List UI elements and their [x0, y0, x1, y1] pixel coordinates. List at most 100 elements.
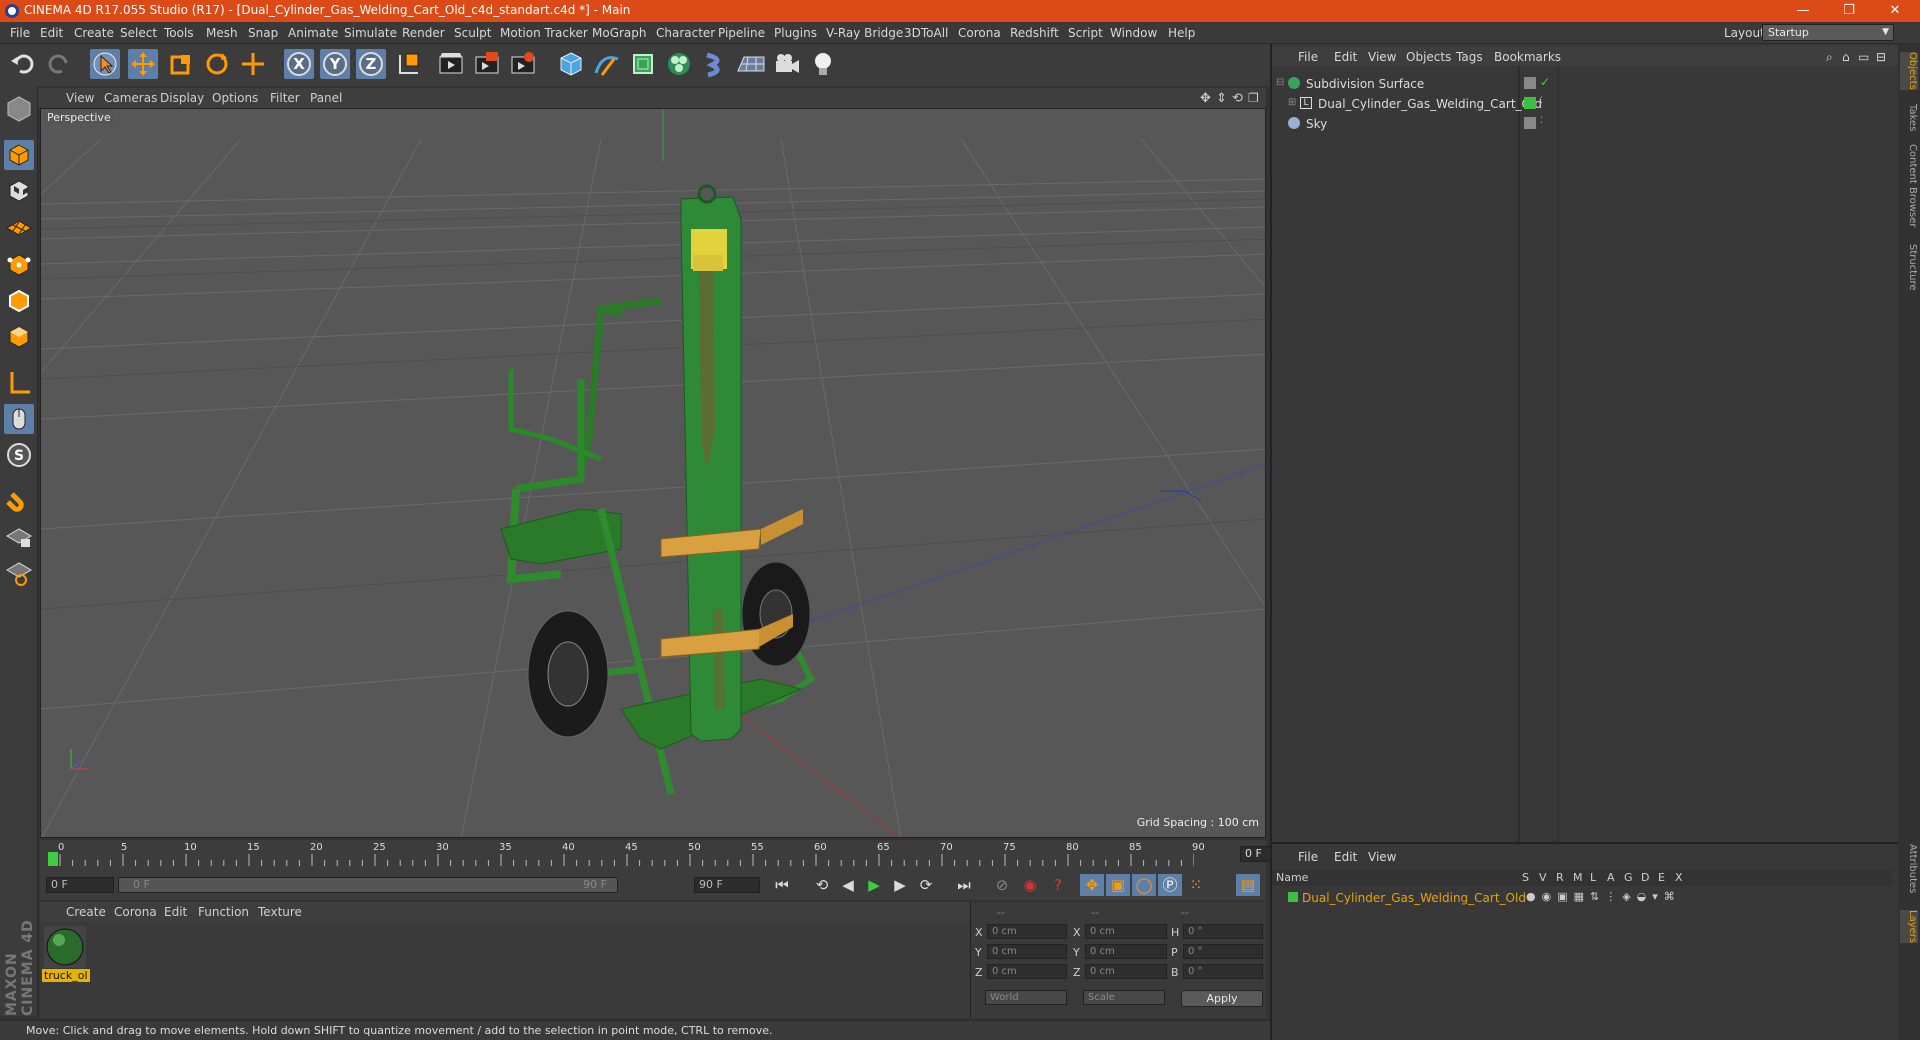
deformer-icon[interactable] [700, 49, 730, 79]
light-icon[interactable] [808, 49, 838, 79]
magnet-icon[interactable] [4, 486, 34, 516]
expand-icon[interactable]: ⊞ [1288, 97, 1296, 108]
menu-help[interactable]: Help [1168, 26, 1195, 40]
play-forward-icon[interactable]: ▶ [862, 874, 886, 896]
menu-snap[interactable]: Snap [248, 26, 278, 40]
edit-render-toggle-icon[interactable] [1524, 117, 1536, 129]
next-keyframe-icon[interactable]: ⟳ [914, 874, 938, 896]
axis-mode-icon[interactable] [4, 368, 34, 398]
viewport-menu-panel[interactable]: Panel [310, 91, 342, 105]
object-menu-file[interactable]: File [1298, 50, 1318, 64]
cube-object-icon[interactable] [556, 49, 586, 79]
material-menu-edit[interactable]: Edit [164, 905, 187, 919]
frame-range-slider[interactable]: 0 F 90 F [118, 877, 618, 893]
menu-simulate[interactable]: Simulate [344, 26, 397, 40]
viewport-maximize-icon[interactable]: ❐ [1248, 91, 1259, 105]
object-menu-tags[interactable]: Tags [1456, 50, 1483, 64]
apply-button[interactable]: Apply [1181, 990, 1263, 1007]
layer-menu-edit[interactable]: Edit [1334, 850, 1357, 864]
tweak-mode-icon[interactable] [4, 404, 34, 434]
menu-edit[interactable]: Edit [40, 26, 63, 40]
object-name[interactable]: Sky [1306, 117, 1327, 131]
home-icon[interactable]: ⌂ [1842, 50, 1850, 64]
layer-column-header[interactable]: R [1556, 871, 1564, 884]
menu-motion-tracker[interactable]: Motion Tracker [500, 26, 588, 40]
start-frame-field[interactable]: 0 F [46, 877, 114, 893]
expand-icon[interactable]: ⊟ [1276, 77, 1284, 88]
viewport-move-icon[interactable]: ✥ [1200, 91, 1211, 106]
tab-layers[interactable]: Layers [1900, 910, 1918, 944]
menu-plugins[interactable]: Plugins [774, 26, 817, 40]
position-x-field[interactable]: 0 cm [987, 924, 1067, 939]
previous-frame-icon[interactable]: ◀ [836, 874, 860, 896]
edit-render-toggle-icon[interactable] [1524, 77, 1536, 89]
viewport-menu-view[interactable]: View [66, 91, 94, 105]
size-mode-dropdown[interactable]: Scale [1083, 990, 1165, 1005]
spline-pen-icon[interactable] [592, 49, 622, 79]
key-pla-icon[interactable]: ⁙ [1184, 874, 1208, 896]
panel-options-icon[interactable]: ⊟ [1876, 50, 1886, 64]
points-mode-icon[interactable] [4, 250, 34, 280]
object-row[interactable]: Sky ⁚ [1272, 114, 1902, 134]
menu-script[interactable]: Script [1068, 26, 1103, 40]
visibility-dots-icon[interactable]: ⁚ [1540, 96, 1543, 106]
object-name[interactable]: Dual_Cylinder_Gas_Welding_Cart_Old [1318, 97, 1542, 111]
tab-content-browser[interactable]: Content Browser [1900, 144, 1918, 227]
size-y-field[interactable]: 0 cm [1085, 944, 1167, 959]
move-tool-icon[interactable] [128, 49, 158, 79]
layout-dropdown[interactable]: Startup ▼ [1762, 24, 1894, 41]
layer-menu-view[interactable]: View [1368, 850, 1396, 864]
object-name[interactable]: Subdivision Surface [1306, 77, 1424, 91]
y-axis-icon[interactable]: Y [320, 49, 350, 79]
viewport-menu-filter[interactable]: Filter [270, 91, 300, 105]
workplane-icon[interactable] [4, 212, 34, 242]
go-to-start-icon[interactable]: ⏮ [770, 874, 794, 896]
object-menu-edit[interactable]: Edit [1334, 50, 1357, 64]
menu-vray-bridge[interactable]: V-Ray Bridge [826, 26, 903, 40]
layer-menu-file[interactable]: File [1298, 850, 1318, 864]
redo-icon[interactable] [44, 49, 74, 79]
key-rotation-icon[interactable]: ◯ [1132, 874, 1156, 896]
timeline-window-icon[interactable]: ▤ [1236, 874, 1260, 896]
close-button[interactable]: ✕ [1872, 0, 1918, 22]
layer-column-header[interactable]: V [1539, 871, 1547, 884]
menu-window[interactable]: Window [1110, 26, 1157, 40]
size-z-field[interactable]: 0 cm [1085, 964, 1167, 979]
object-row[interactable]: ⊟ Subdivision Surface ✓ [1272, 74, 1902, 94]
render-picture-viewer-icon[interactable] [472, 49, 502, 79]
visibility-dots-icon[interactable]: ⁚ [1540, 116, 1543, 126]
size-x-field[interactable]: 0 cm [1085, 924, 1167, 939]
material-menu-corona[interactable]: Corona [114, 905, 157, 919]
coordinate-mode-dropdown[interactable]: World [985, 990, 1067, 1005]
render-view-icon[interactable] [436, 49, 466, 79]
layer-column-header[interactable]: S [1522, 871, 1529, 884]
layer-flags-icon[interactable]: ●◉▣▦⇅⋮◈◒▾⌘ [1526, 890, 1681, 903]
object-row[interactable]: ⊞ L Dual_Cylinder_Gas_Welding_Cart_Old ⁚ [1272, 94, 1902, 114]
tab-attributes[interactable]: Attributes [1900, 844, 1918, 893]
key-position-icon[interactable]: ✥ [1080, 874, 1104, 896]
go-to-end-icon[interactable]: ⏭ [952, 874, 976, 896]
x-axis-icon[interactable]: X [284, 49, 314, 79]
layer-name[interactable]: Dual_Cylinder_Gas_Welding_Cart_Old [1302, 891, 1526, 905]
coordinate-system-icon[interactable] [394, 49, 424, 79]
viewport-menu-options[interactable]: Options [212, 91, 258, 105]
menu-file[interactable]: File [10, 26, 30, 40]
menu-create[interactable]: Create [74, 26, 114, 40]
menu-animate[interactable]: Animate [288, 26, 338, 40]
rotation-b-field[interactable]: 0 ° [1183, 964, 1263, 979]
texture-mode-icon[interactable] [4, 176, 34, 206]
material-menu-create[interactable]: Create [66, 905, 106, 919]
menu-corona[interactable]: Corona [958, 26, 1001, 40]
object-menu-view[interactable]: View [1368, 50, 1396, 64]
object-menu-bookmarks[interactable]: Bookmarks [1494, 50, 1561, 64]
z-axis-icon[interactable]: Z [356, 49, 386, 79]
menu-redshift[interactable]: Redshift [1010, 26, 1059, 40]
layer-color-icon[interactable] [1288, 892, 1298, 902]
new-view-icon[interactable]: ▭ [1858, 50, 1869, 64]
layer-column-header[interactable]: M [1573, 871, 1583, 884]
menu-3dtoall[interactable]: 3DToAll [904, 26, 948, 40]
tab-structure[interactable]: Structure [1900, 244, 1918, 291]
layer-column-header[interactable]: L [1590, 871, 1596, 884]
keyframe-selection-icon[interactable]: ? [1046, 874, 1070, 896]
position-y-field[interactable]: 0 cm [987, 944, 1067, 959]
